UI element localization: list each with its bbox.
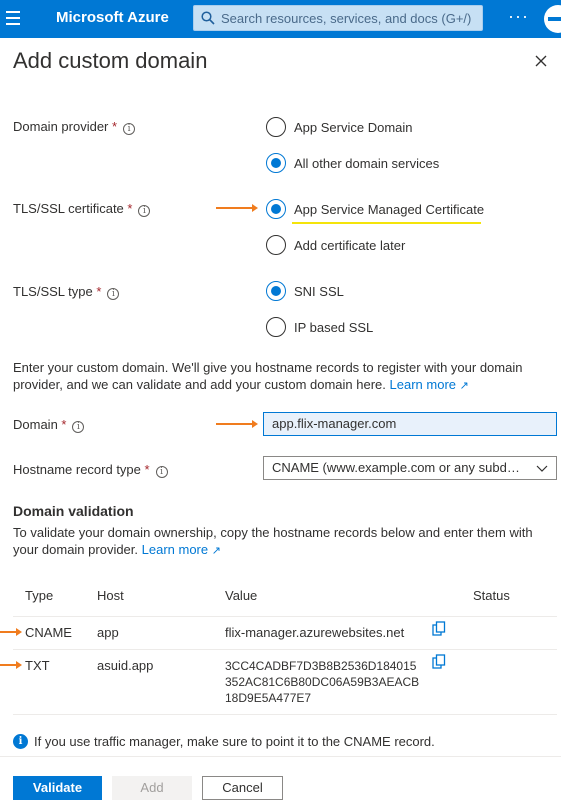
tls-certificate-label: TLS/SSL certificate * i — [13, 201, 151, 217]
annotation-arrow — [216, 419, 258, 429]
add-button[interactable]: Add — [112, 776, 192, 800]
radio-app-service-managed-certificate[interactable]: App Service Managed Certificate — [266, 199, 484, 219]
record-type: TXT — [25, 658, 50, 673]
info-icon[interactable]: i — [138, 205, 151, 217]
hostname-record-type-select[interactable]: CNAME (www.example.com or any subdo... — [263, 456, 557, 480]
cancel-button[interactable]: Cancel — [202, 776, 283, 800]
annotation-arrow — [0, 660, 22, 670]
external-link-icon: ↗ — [459, 380, 469, 392]
info-icon[interactable]: i — [107, 288, 120, 300]
learn-more-link[interactable]: Learn more — [390, 377, 456, 392]
record-host: app — [97, 625, 119, 640]
top-bar: Microsoft Azure Search resources, servic… — [0, 0, 561, 38]
radio-add-certificate-later[interactable]: Add certificate later — [266, 235, 405, 255]
record-value: 3CC4CADBF7D3B8B2536D184015352AC81C6B80DC… — [225, 659, 420, 705]
validate-button[interactable]: Validate — [13, 776, 102, 800]
avatar[interactable] — [544, 5, 561, 33]
hostname-record-type-label: Hostname record type * i — [13, 462, 168, 478]
close-icon[interactable] — [533, 53, 549, 69]
divider — [13, 649, 557, 650]
column-header-host: Host — [97, 588, 124, 603]
brand-name[interactable]: Microsoft Azure — [56, 9, 169, 26]
record-value: flix-manager.azurewebsites.net — [225, 625, 405, 640]
radio-app-service-domain[interactable]: App Service Domain — [266, 117, 413, 137]
search-icon — [201, 11, 215, 25]
divider — [0, 756, 561, 757]
learn-more-link[interactable]: Learn more — [142, 542, 208, 557]
page-title: Add custom domain — [13, 48, 208, 73]
intro-text: Enter your custom domain. We'll give you… — [13, 360, 523, 392]
copy-icon[interactable] — [432, 621, 446, 637]
column-header-status: Status — [473, 588, 510, 603]
tls-type-label: TLS/SSL type * i — [13, 284, 120, 300]
domain-input[interactable]: app.flix-manager.com — [263, 412, 557, 436]
more-options-icon[interactable]: ··· — [508, 6, 529, 27]
info-icon[interactable]: i — [155, 466, 168, 478]
domain-label: Domain * i — [13, 417, 85, 433]
global-search-input[interactable]: Search resources, services, and docs (G+… — [193, 5, 483, 31]
info-icon: i — [13, 734, 28, 749]
search-placeholder: Search resources, services, and docs (G+… — [221, 11, 472, 26]
validation-text: To validate your domain ownership, copy … — [13, 525, 533, 557]
domain-validation-heading: Domain validation — [13, 503, 134, 519]
radio-sni-ssl[interactable]: SNI SSL — [266, 281, 344, 301]
info-icon[interactable]: i — [123, 123, 136, 135]
hamburger-menu-icon[interactable] — [6, 11, 20, 25]
record-type: CNAME — [25, 625, 72, 640]
external-link-icon: ↗ — [211, 545, 221, 557]
divider — [13, 714, 557, 715]
annotation-arrow — [216, 203, 258, 213]
divider — [13, 616, 557, 617]
column-header-value: Value — [225, 588, 258, 603]
info-icon[interactable]: i — [72, 421, 85, 433]
annotation-arrow — [0, 627, 22, 637]
column-header-type: Type — [25, 588, 54, 603]
chevron-down-icon — [536, 465, 548, 472]
radio-all-other-domain-services[interactable]: All other domain services — [266, 153, 439, 173]
radio-ip-based-ssl[interactable]: IP based SSL — [266, 317, 373, 337]
record-host: asuid.app — [97, 658, 154, 673]
copy-icon[interactable] — [432, 654, 446, 670]
annotation-highlight — [292, 222, 481, 224]
domain-provider-label: Domain provider * i — [13, 119, 136, 135]
traffic-manager-note: i If you use traffic manager, make sure … — [13, 734, 435, 749]
